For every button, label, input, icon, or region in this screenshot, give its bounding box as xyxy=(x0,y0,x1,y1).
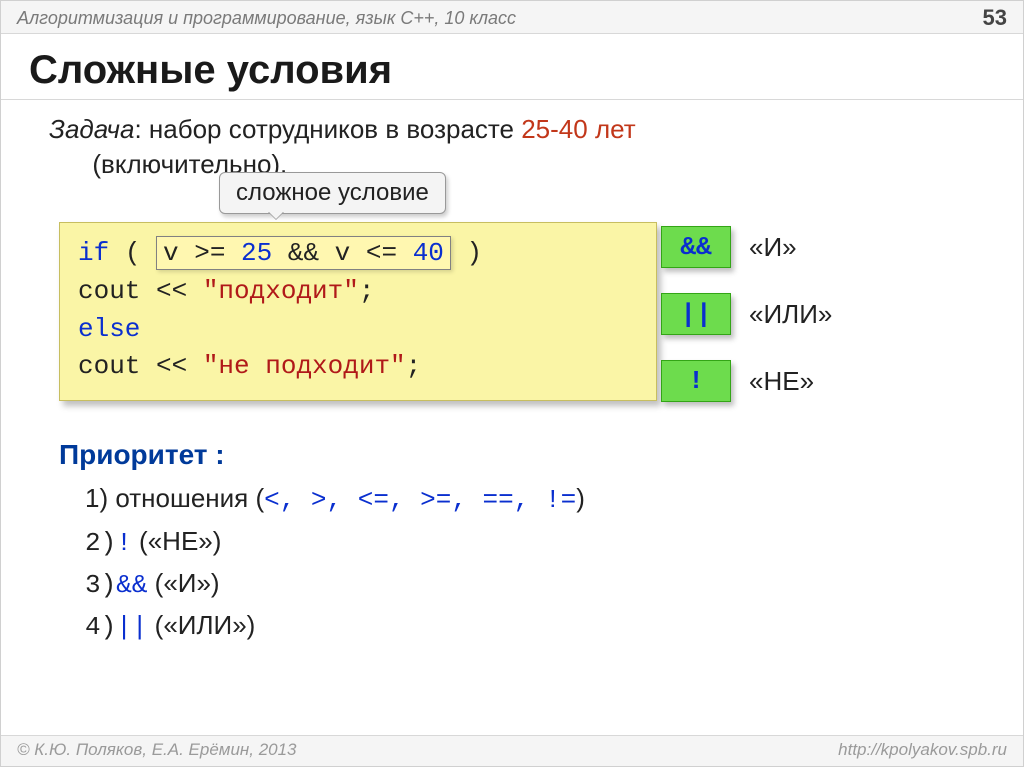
priority-item-4: 4)|| («ИЛИ») xyxy=(59,605,995,647)
prio-op-2: ! xyxy=(116,528,132,558)
prio-text-3: («И») xyxy=(147,568,219,598)
num-25: 25 xyxy=(241,238,272,268)
label-not: «НЕ» xyxy=(749,366,814,397)
task-label: Задача xyxy=(49,114,134,144)
code-str1: "подходит" xyxy=(203,276,359,306)
priority-list: Приоритет : 1) отношения (<, >, <=, >=, … xyxy=(59,433,995,648)
slide: Алгоритмизация и программирование, язык … xyxy=(0,0,1024,767)
prio-n-4: 4) xyxy=(85,612,116,642)
code-line-2: cout << "подходит"; xyxy=(78,273,638,311)
slide-title: Сложные условия xyxy=(1,34,1023,100)
task-text: : набор сотрудников в возрасте xyxy=(134,114,521,144)
priority-head: Приоритет : xyxy=(59,433,995,476)
code-semi1: ; xyxy=(359,276,375,306)
page-number: 53 xyxy=(983,5,1007,31)
code-box: if ( v >= 25 && v <= 40 ) cout << "подхо… xyxy=(59,222,657,401)
prio-text-2: («НЕ») xyxy=(132,526,222,556)
prio-op-3: && xyxy=(116,570,147,600)
op-row-or: || «ИЛИ» xyxy=(661,293,832,335)
task-statement: Задача: набор сотрудников в возрасте 25-… xyxy=(29,106,995,188)
prio-n-3: 3) xyxy=(85,570,116,600)
kw-else: else xyxy=(78,314,140,344)
code-line-4: cout << "не подходит"; xyxy=(78,348,638,386)
operator-legend: && «И» || «ИЛИ» ! «НЕ» xyxy=(661,226,832,427)
prio-ops-1: <, >, <=, >=, ==, != xyxy=(264,485,576,515)
code-cout2: cout << xyxy=(78,351,203,381)
course-title: Алгоритмизация и программирование, язык … xyxy=(17,8,516,29)
task-range: 25-40 лет xyxy=(521,114,635,144)
kw-if: if xyxy=(78,238,109,268)
code-highlight-condition: v >= 25 && v <= 40 xyxy=(156,236,451,270)
op-row-not: ! «НЕ» xyxy=(661,360,832,402)
callout-complex-condition: сложное условие xyxy=(219,172,446,214)
code-cout1: cout << xyxy=(78,276,203,306)
prio-text-4: («ИЛИ») xyxy=(147,610,255,640)
copyright: © К.Ю. Поляков, Е.А. Ерёмин, 2013 xyxy=(17,740,297,760)
priority-item-2: 2)! («НЕ») xyxy=(59,521,995,563)
code-open: ( xyxy=(109,238,156,268)
footer: © К.Ю. Поляков, Е.А. Ерёмин, 2013 http:/… xyxy=(1,735,1023,766)
chip-and: && xyxy=(661,226,731,268)
prio-n-2: 2) xyxy=(85,528,116,558)
topbar: Алгоритмизация и программирование, язык … xyxy=(1,1,1023,34)
priority-item-3: 3)&& («И») xyxy=(59,563,995,605)
footer-url: http://kpolyakov.spb.ru xyxy=(838,740,1007,760)
chip-not: ! xyxy=(661,360,731,402)
num-40: 40 xyxy=(413,238,444,268)
code-str2: "не подходит" xyxy=(203,351,406,381)
code-close: ) xyxy=(451,238,482,268)
prio-text-1b: ) xyxy=(576,483,585,513)
priority-item-1: 1) отношения (<, >, <=, >=, ==, !=) xyxy=(59,478,995,520)
prio-n-1: 1) xyxy=(85,483,108,513)
label-and: «И» xyxy=(749,232,797,263)
code-line-1: if ( v >= 25 && v <= 40 ) xyxy=(78,235,638,273)
chip-or: || xyxy=(661,293,731,335)
prio-text-1a: отношения ( xyxy=(108,483,264,513)
op-row-and: && «И» xyxy=(661,226,832,268)
prio-op-4: || xyxy=(116,612,147,642)
label-or: «ИЛИ» xyxy=(749,299,832,330)
content: Задача: набор сотрудников в возрасте 25-… xyxy=(1,106,1023,648)
code-line-3: else xyxy=(78,311,638,349)
code-semi2: ; xyxy=(406,351,422,381)
